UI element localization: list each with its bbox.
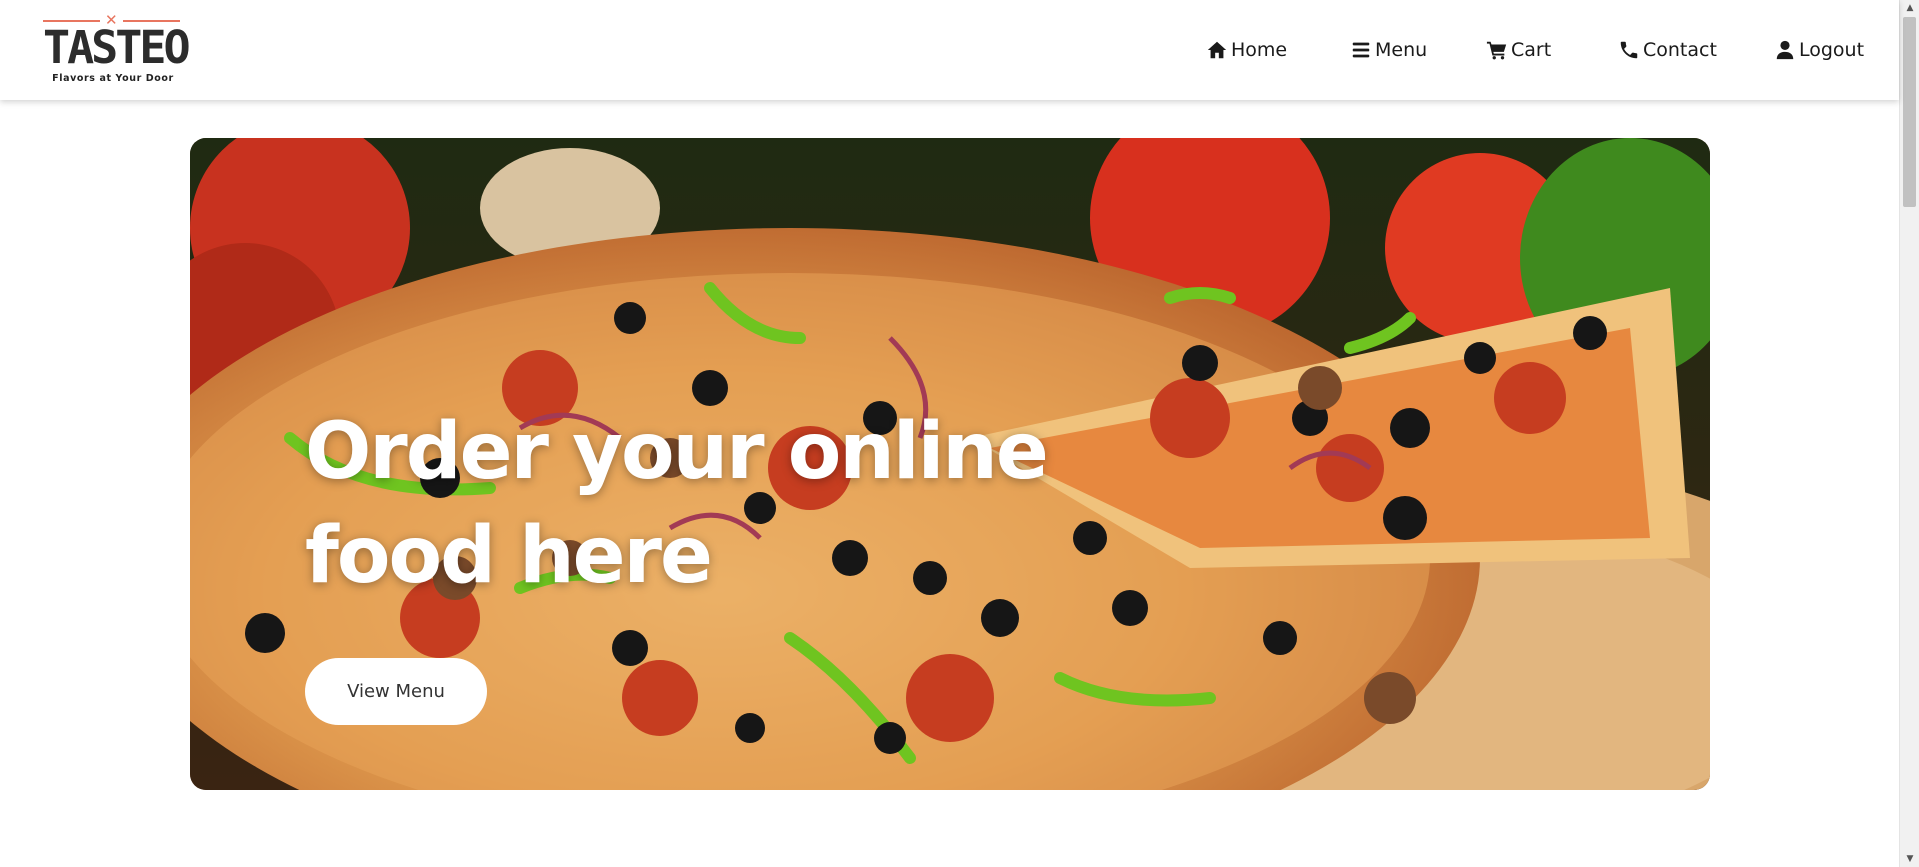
nav-home-label: Home	[1231, 39, 1288, 61]
scroll-up-arrow-icon[interactable]: ▲	[1900, 0, 1919, 16]
nav-logout-link[interactable]: Logout	[1774, 36, 1864, 64]
scrollbar-thumb[interactable]	[1903, 17, 1916, 207]
menu-icon	[1352, 42, 1370, 58]
home-icon	[1207, 41, 1227, 59]
user-icon	[1776, 40, 1794, 60]
brand-tagline: Flavors at Your Door	[52, 73, 174, 84]
nav-logout-label: Logout	[1799, 39, 1865, 61]
nav-contact-label: Contact	[1643, 39, 1717, 61]
nav-contact-link[interactable]: Contact	[1618, 36, 1717, 64]
phone-icon	[1620, 41, 1638, 59]
nav-cart-label: Cart	[1511, 39, 1552, 61]
hero-banner: Order your online food here View Menu	[190, 138, 1710, 790]
nav-menu-label: Menu	[1375, 39, 1428, 61]
nav-home-link[interactable]: Home	[1206, 36, 1287, 64]
cart-icon	[1486, 41, 1507, 60]
hero-title: Order your online food here	[305, 400, 1065, 608]
nav-menu-link[interactable]: Menu	[1350, 36, 1427, 64]
brand-logo[interactable]: ✕ TASTEO Flavors at Your Door	[43, 12, 191, 86]
brand-name: TASTEO	[43, 21, 191, 74]
page-scrollbar[interactable]: ▲ ▼	[1899, 0, 1919, 867]
hero-title-line1: Order your online	[305, 407, 1049, 497]
view-menu-button[interactable]: View Menu	[305, 658, 487, 725]
scroll-down-arrow-icon[interactable]: ▼	[1900, 851, 1919, 867]
nav-cart-link[interactable]: Cart	[1486, 36, 1551, 64]
navbar: ✕ TASTEO Flavors at Your Door Home Menu …	[0, 0, 1899, 100]
hero-title-line2: food here	[305, 511, 713, 601]
